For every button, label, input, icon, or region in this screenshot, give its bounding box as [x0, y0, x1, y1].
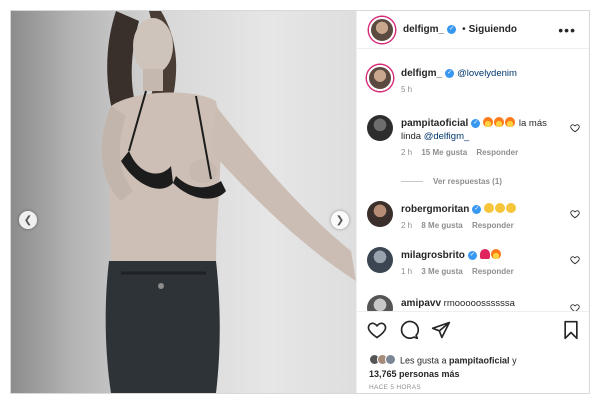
comment-body: amipavv rmooooossssssa	[401, 297, 566, 310]
comment-username[interactable]: robergmoritan	[401, 204, 469, 215]
post-side-panel: delfigm_ ✓ • Siguiendo ••• delfigm_ ✓ @lov…	[356, 11, 589, 393]
comment-likes[interactable]: 8 Me gusta	[421, 221, 462, 230]
bookmark-save-icon[interactable]	[562, 320, 580, 340]
heart-eyes-emoji-icon	[484, 203, 495, 213]
caption-username[interactable]: delfigm_	[401, 68, 442, 79]
reply-button[interactable]: Responder	[472, 221, 514, 230]
comment-avatar[interactable]	[367, 247, 393, 273]
reply-button[interactable]: Responder	[472, 267, 514, 276]
verified-badge-icon: ✓	[472, 204, 482, 214]
likes-count[interactable]: 13,765 personas más	[369, 369, 460, 379]
comment-likes[interactable]: 3 Me gusta	[421, 267, 462, 276]
action-icons-row	[367, 320, 451, 340]
comment-meta: 2 h 8 Me gusta Responder	[401, 219, 566, 232]
comments-list[interactable]: delfigm_ ✓ @lovelydenim 5 h pampitaoficial…	[357, 49, 589, 311]
caption-time: 5 h	[401, 85, 413, 94]
reply-button[interactable]: Responder	[476, 148, 518, 157]
like-comment-heart-icon[interactable]	[570, 255, 580, 265]
post-timestamp: HACE 5 HORAS	[369, 384, 422, 391]
caption-meta: 5 h	[401, 83, 566, 96]
likes-summary[interactable]: Les gusta a pampitaoficial y 13,765 pers…	[369, 354, 584, 380]
chevron-left-icon: ❮	[23, 214, 33, 226]
caption-mention[interactable]: @lovelydenim	[457, 68, 517, 79]
comment-body: milagrosbrito ✓ 1 h 3 Me gusta Responder	[401, 249, 566, 278]
view-replies-label: Ver respuestas (1)	[433, 177, 502, 186]
comment-username[interactable]: pampitaoficial	[401, 118, 468, 129]
comment-likes[interactable]: 15 Me gusta	[421, 148, 467, 157]
share-send-icon[interactable]	[431, 320, 451, 340]
comment-mention[interactable]: @delfigm_	[424, 131, 470, 142]
like-comment-heart-icon[interactable]	[570, 123, 580, 133]
author-username[interactable]: delfigm_	[403, 24, 444, 35]
post-header: delfigm_ ✓ • Siguiendo •••	[357, 11, 589, 49]
comment-bubble-icon[interactable]	[399, 320, 419, 340]
likes-suffix: y	[509, 355, 517, 366]
photo-illustration	[101, 11, 356, 393]
fire-emoji-icon	[490, 249, 501, 259]
comment-meta: 2 h 15 Me gusta Responder	[401, 146, 566, 159]
follow-separator: •	[462, 24, 466, 35]
comment-time: 2 h	[401, 221, 413, 230]
comment-text-line2: linda	[401, 131, 424, 142]
comment-avatar[interactable]	[367, 201, 393, 227]
caption-avatar[interactable]	[367, 65, 393, 91]
verified-badge-icon: ✓	[445, 68, 455, 78]
comment-meta: 1 h 3 Me gusta Responder	[401, 265, 566, 278]
comment-username[interactable]: amipavv	[401, 298, 441, 309]
following-button[interactable]: Siguiendo	[469, 24, 517, 35]
like-comment-heart-icon[interactable]	[570, 303, 580, 311]
previous-photo-button[interactable]: ❮	[19, 211, 37, 229]
post-actions: Les gusta a pampitaoficial y 13,765 pers…	[357, 311, 589, 393]
likes-user[interactable]: pampitaoficial	[449, 355, 510, 365]
verified-badge-icon: ✓	[471, 118, 481, 128]
like-heart-icon[interactable]	[367, 320, 387, 340]
fire-emoji-icon	[505, 117, 516, 127]
comment-text: la más	[516, 118, 547, 129]
comment-body: robergmoritan ✓ 2 h 8 Me gusta Responder	[401, 203, 566, 232]
comment-text: rmooooossssssa	[443, 298, 515, 309]
view-replies-button[interactable]: Ver respuestas (1)	[401, 177, 502, 186]
chevron-right-icon: ❯	[335, 214, 345, 226]
likes-prefix: Les gusta a	[400, 355, 450, 366]
verified-badge-icon: ✓	[467, 250, 477, 260]
fire-emoji-icon	[483, 117, 494, 127]
post-photo[interactable]: ❮ ❯	[11, 11, 356, 393]
comment-time: 1 h	[401, 267, 413, 276]
red-heart-emoji-icon	[479, 249, 490, 259]
comment-body: pampitaoficial ✓ la más linda @delfigm_ 2…	[401, 117, 566, 159]
heart-eyes-emoji-icon	[495, 203, 506, 213]
like-comment-heart-icon[interactable]	[570, 209, 580, 219]
comment-time: 2 h	[401, 148, 413, 157]
next-photo-button[interactable]: ❯	[331, 211, 349, 229]
comment-avatar[interactable]	[367, 295, 393, 311]
comment-avatar[interactable]	[367, 115, 393, 141]
author-avatar[interactable]	[369, 16, 395, 43]
instagram-post-card: ❮ ❯ delfigm_ ✓ • Siguiendo ••• delfigm_ ✓…	[10, 10, 590, 394]
liked-by-avatars	[369, 354, 396, 368]
comment-username[interactable]: milagrosbrito	[401, 250, 465, 261]
more-horizontal-icon[interactable]: •••	[558, 22, 576, 38]
caption-body: delfigm_ ✓ @lovelydenim 5 h	[401, 67, 566, 96]
fire-emoji-icon	[494, 117, 505, 127]
heart-eyes-emoji-icon	[506, 203, 517, 213]
replies-divider-line	[401, 181, 423, 182]
verified-badge-icon: ✓	[447, 25, 457, 34]
